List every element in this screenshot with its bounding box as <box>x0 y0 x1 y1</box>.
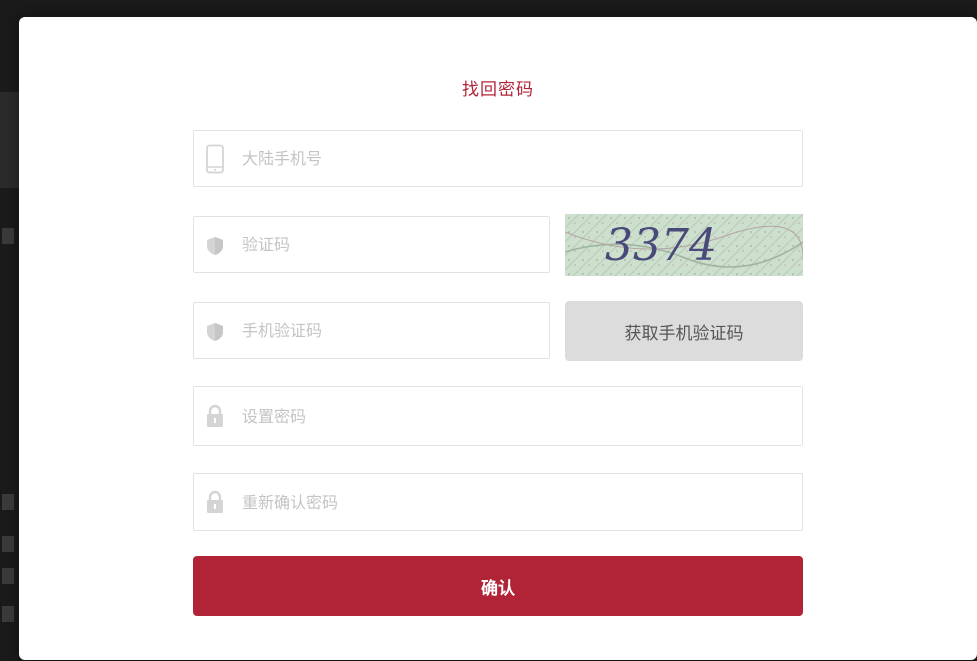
background-panel <box>0 92 19 188</box>
get-sms-code-button[interactable]: 获取手机验证码 <box>565 301 803 361</box>
shield-icon <box>204 316 226 346</box>
background-text <box>2 606 14 622</box>
password-field[interactable] <box>193 386 803 446</box>
lock-icon <box>204 487 226 517</box>
background-text <box>2 494 14 510</box>
background-text <box>2 568 14 584</box>
captcha-text: 3374 <box>605 220 717 271</box>
lock-icon <box>204 401 226 431</box>
captcha-field[interactable] <box>193 216 550 273</box>
captcha-input[interactable] <box>242 217 537 272</box>
confirm-password-input[interactable] <box>242 474 790 530</box>
confirm-password-field[interactable] <box>193 473 803 531</box>
phone-icon <box>204 144 226 174</box>
background-text <box>2 536 14 552</box>
find-password-dialog: 找回密码 大陆手机号 验证码 3374 手机验证码 获取手机验证码 确认 <box>19 17 977 660</box>
sms-code-field[interactable] <box>193 302 550 359</box>
phone-field[interactable] <box>193 130 803 187</box>
background-text <box>2 228 14 244</box>
captcha-image[interactable]: 3374 <box>565 214 803 276</box>
confirm-button[interactable]: 确认 <box>193 556 803 616</box>
phone-input[interactable] <box>242 131 790 186</box>
sms-code-input[interactable] <box>242 303 537 358</box>
password-input[interactable] <box>242 387 790 445</box>
dialog-title: 找回密码 <box>462 80 534 100</box>
shield-icon <box>204 230 226 260</box>
